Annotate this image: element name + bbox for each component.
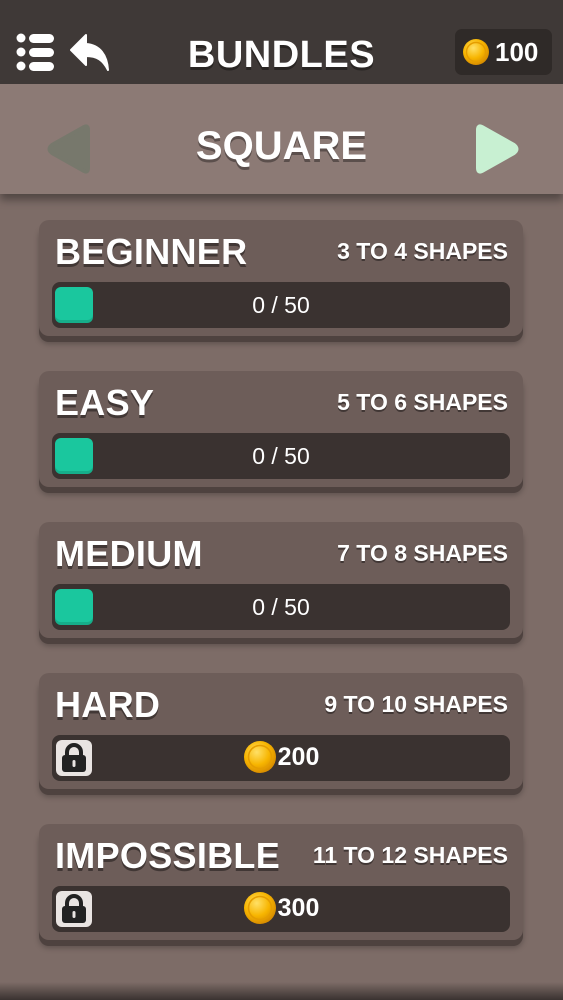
top-bar: BUNDLES 100 (0, 0, 563, 84)
bundle-shape-range: 3 TO 4 SHAPES (337, 238, 508, 264)
unlock-price-value: 300 (277, 893, 320, 922)
progress-bar: 0 / 50 (52, 433, 510, 479)
bundle-shape-range: 11 TO 12 SHAPES (312, 842, 508, 868)
bundle-name: IMPOSSIBLE (55, 835, 281, 876)
progress-text: 0 / 50 (252, 443, 310, 469)
bundle-shape-range: 5 TO 6 SHAPES (337, 389, 508, 415)
bundle-card-easy[interactable]: EASY 5 TO 6 SHAPES 0 / 50 (39, 371, 523, 487)
coin-balance-value: 100 (495, 37, 539, 67)
coin-icon (463, 39, 489, 65)
bundle-name: MEDIUM (55, 533, 203, 574)
bundle-name: HARD (55, 684, 161, 725)
bundle-card-hard[interactable]: HARD 9 TO 10 SHAPES 200 (39, 673, 523, 789)
bundle-name: BEGINNER (55, 231, 248, 272)
bottom-edge (0, 982, 563, 1000)
bundle-name: EASY (55, 382, 155, 423)
unlock-price: 300 (52, 891, 510, 925)
category-selector: SQUARE (0, 84, 563, 194)
bundle-card-impossible[interactable]: IMPOSSIBLE 11 TO 12 SHAPES 300 (39, 824, 523, 940)
coin-icon (243, 741, 276, 773)
unlock-price: 200 (52, 740, 510, 774)
progress-bar: 0 / 50 (52, 584, 510, 630)
unlock-bar: 300 (52, 886, 510, 932)
unlock-bar: 200 (52, 735, 510, 781)
bundle-card-beginner[interactable]: BEGINNER 3 TO 4 SHAPES 0 / 50 (39, 220, 523, 336)
triangle-right-icon[interactable] (474, 121, 522, 177)
bundle-card-medium[interactable]: MEDIUM 7 TO 8 SHAPES 0 / 50 (39, 522, 523, 638)
coin-icon (243, 892, 276, 924)
progress-text: 0 / 50 (252, 594, 310, 620)
progress-text: 0 / 50 (252, 292, 310, 318)
coin-balance: 100 (455, 29, 552, 75)
bundle-shape-range: 7 TO 8 SHAPES (337, 540, 508, 566)
bundle-shape-range: 9 TO 10 SHAPES (324, 691, 508, 717)
progress-bar: 0 / 50 (52, 282, 510, 328)
unlock-price-value: 200 (277, 742, 320, 771)
